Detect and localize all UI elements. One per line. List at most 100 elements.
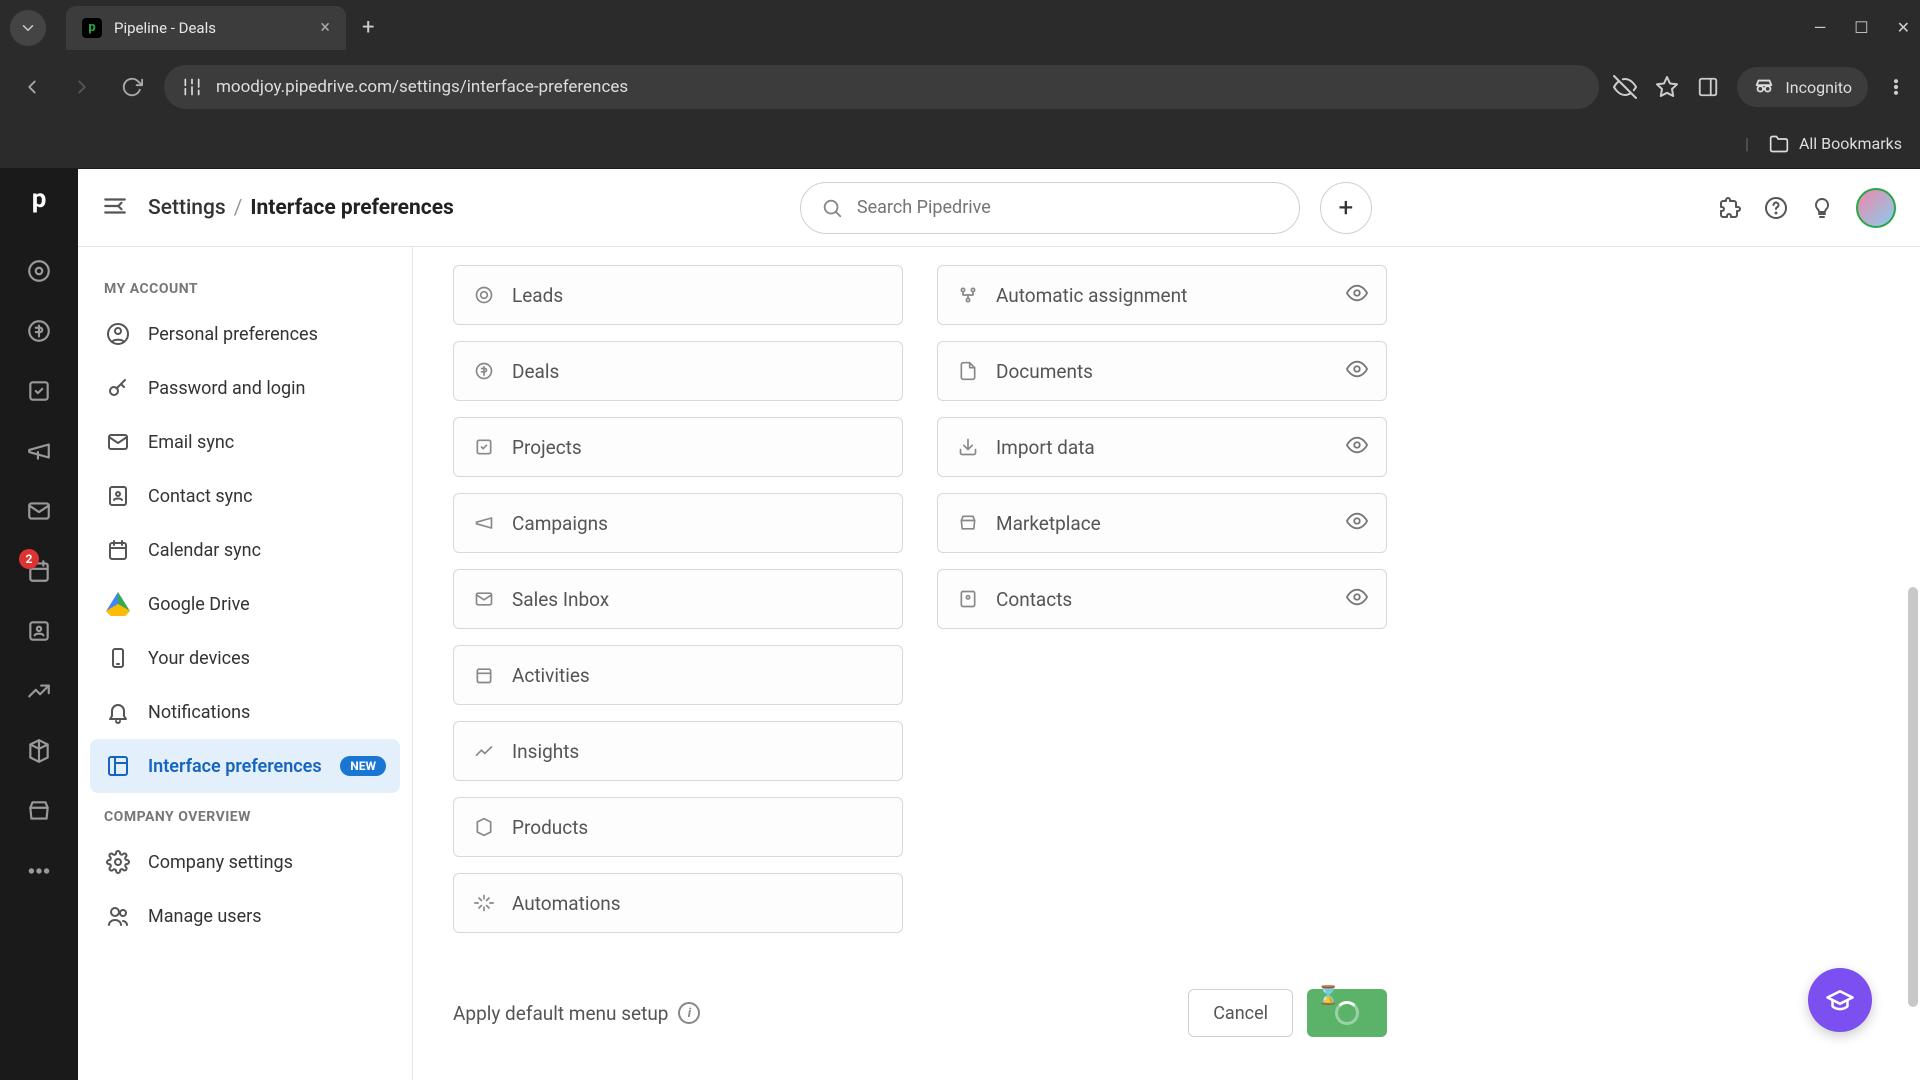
tile-campaigns[interactable]: Campaigns [453,493,903,553]
eye-icon[interactable] [1346,434,1368,461]
maximize-button[interactable]: ☐ [1854,18,1868,37]
tile-automations[interactable]: Automations [453,873,903,933]
download-icon [956,435,980,459]
eye-icon[interactable] [1346,586,1368,613]
tile-insights[interactable]: Insights [453,721,903,781]
browser-profile-button[interactable] [10,10,46,46]
close-window-button[interactable]: ✕ [1897,18,1910,37]
cancel-button[interactable]: Cancel [1188,989,1293,1037]
sidebar-item-your-devices[interactable]: Your devices [90,631,400,685]
tile-sales-inbox[interactable]: Sales Inbox [453,569,903,629]
rail-item-leads[interactable] [13,245,65,297]
key-icon [104,374,132,402]
sidebar-item-company-settings[interactable]: Company settings [90,835,400,889]
forward-button[interactable] [64,69,100,105]
sidebar-item-interface-preferences[interactable]: Interface preferencesNEW [90,739,400,793]
breadcrumb-root[interactable]: Settings [148,196,226,220]
calendar-icon [104,536,132,564]
search-field[interactable] [857,197,1279,218]
target-icon [472,283,496,307]
info-icon[interactable]: i [678,1002,700,1024]
eye-icon[interactable] [1346,282,1368,309]
tile-automatic-assignment[interactable]: Automatic assignment [937,265,1387,325]
phone-icon [104,644,132,672]
file-icon [956,359,980,383]
rail-item-projects[interactable] [13,365,65,417]
new-tab-button[interactable]: + [362,15,374,40]
sidebar-item-email-sync[interactable]: Email sync [90,415,400,469]
help-icon[interactable] [1764,196,1788,220]
browser-tab[interactable]: p Pipeline - Deals × [66,6,346,50]
sidebar-item-calendar-sync[interactable]: Calendar sync [90,523,400,577]
rail-item-activities[interactable]: 2 [13,545,65,597]
rail-item-marketplace[interactable] [13,785,65,837]
user-circle-icon [104,320,132,348]
sidebar-item-personal-preferences[interactable]: Personal preferences [90,307,400,361]
rail-item-products[interactable] [13,725,65,777]
rail-item-contacts[interactable] [13,605,65,657]
save-button[interactable]: ⌛ [1307,989,1387,1037]
kebab-menu-icon[interactable] [1886,77,1906,97]
tab-close-button[interactable]: × [320,17,330,38]
eye-off-icon[interactable] [1613,75,1637,99]
browser-address-bar: moodjoy.pipedrive.com/settings/interface… [0,55,1920,119]
sidebar-item-password-login[interactable]: Password and login [90,361,400,415]
rail-item-insights[interactable] [13,665,65,717]
search-input[interactable] [800,182,1300,234]
tile-leads[interactable]: Leads [453,265,903,325]
user-avatar[interactable] [1856,188,1896,228]
gear-icon [104,848,132,876]
tile-column-left: Leads Deals Projects Campaigns Sales Inb… [453,265,903,933]
box-icon [472,815,496,839]
url-input[interactable]: moodjoy.pipedrive.com/settings/interface… [164,65,1599,109]
tile-deals[interactable]: Deals [453,341,903,401]
rail-item-mail[interactable] [13,485,65,537]
help-fab[interactable] [1808,968,1872,1032]
tile-marketplace[interactable]: Marketplace [937,493,1387,553]
reload-button[interactable] [114,69,150,105]
mail-icon [104,428,132,456]
side-panel-icon[interactable] [1697,76,1719,98]
rail-badge: 2 [19,549,39,569]
lightbulb-icon[interactable] [1810,196,1834,220]
check-square-icon [472,435,496,459]
rail-item-more[interactable] [13,845,65,897]
tile-activities[interactable]: Activities [453,645,903,705]
app-logo[interactable]: p [19,179,59,219]
sidebar-item-google-drive[interactable]: Google Drive [90,577,400,631]
eye-icon[interactable] [1346,510,1368,537]
tab-favicon: p [82,18,102,38]
back-button[interactable] [14,69,50,105]
rail-item-deals[interactable] [13,305,65,357]
puzzle-icon[interactable] [1718,196,1742,220]
new-badge: NEW [340,756,386,776]
sidebar-item-contact-sync[interactable]: Contact sync [90,469,400,523]
tile-products[interactable]: Products [453,797,903,857]
settings-sidebar: MY ACCOUNT Personal preferences Password… [78,247,413,1080]
eye-icon[interactable] [1346,358,1368,385]
footer-actions: Apply default menu setup i Cancel ⌛ [453,989,1387,1037]
scrollbar[interactable] [1908,587,1918,1007]
breadcrumb-current: Interface preferences [250,196,453,220]
sidebar-item-notifications[interactable]: Notifications [90,685,400,739]
graduation-cap-icon [1825,985,1855,1015]
star-icon[interactable] [1655,75,1679,99]
chevron-down-icon [19,19,37,37]
tile-projects[interactable]: Projects [453,417,903,477]
tile-import-data[interactable]: Import data [937,417,1387,477]
minimize-button[interactable]: — [1814,18,1827,37]
rail-item-campaigns[interactable] [13,425,65,477]
browser-tab-strip: p Pipeline - Deals × + — ☐ ✕ [0,0,1920,55]
apply-default-link[interactable]: Apply default menu setup i [453,1002,700,1025]
all-bookmarks-button[interactable]: All Bookmarks [1769,134,1902,154]
sidebar-toggle[interactable] [102,193,128,223]
incognito-indicator[interactable]: Incognito [1737,67,1868,107]
megaphone-icon [472,511,496,535]
search-icon [821,197,843,219]
main-content: Leads Deals Projects Campaigns Sales Inb… [413,247,1920,1080]
bookmarks-bar: | All Bookmarks [0,119,1920,169]
add-button[interactable]: + [1320,182,1372,234]
tile-documents[interactable]: Documents [937,341,1387,401]
sidebar-item-manage-users[interactable]: Manage users [90,889,400,943]
tile-contacts[interactable]: Contacts [937,569,1387,629]
